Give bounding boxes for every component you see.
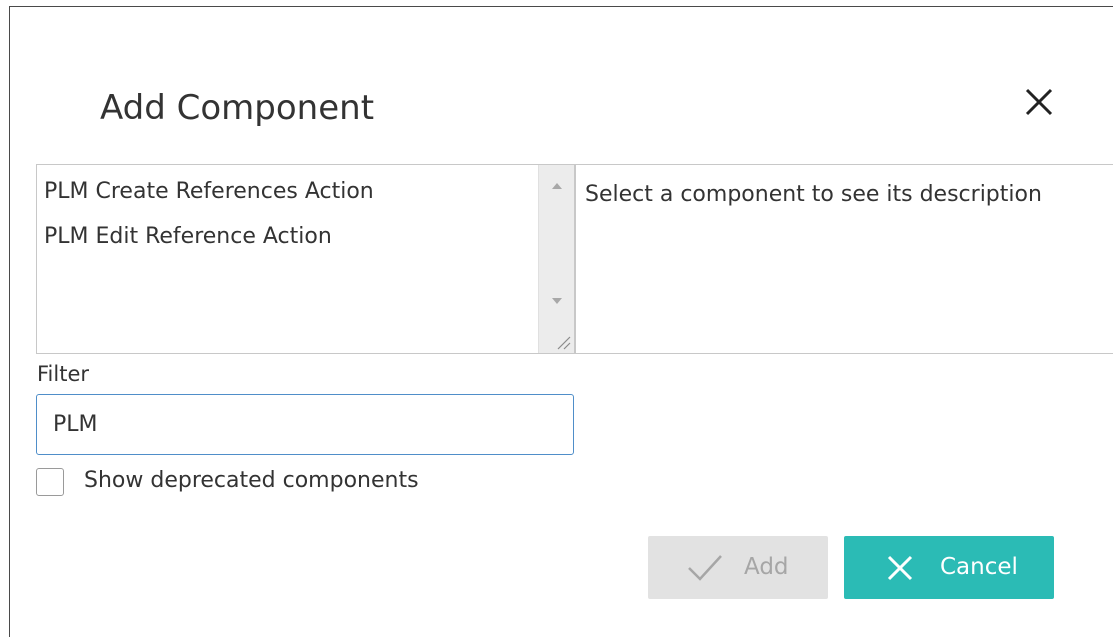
cancel-button-label: Cancel [940, 554, 1018, 580]
cancel-button[interactable]: Cancel [844, 536, 1054, 599]
triangle-up-icon [552, 183, 562, 189]
description-text: Select a component to see its descriptio… [585, 182, 1042, 207]
scroll-up-button[interactable] [539, 174, 574, 196]
close-button[interactable] [1018, 81, 1060, 123]
scroll-down-button[interactable] [539, 289, 574, 311]
add-button-label: Add [744, 554, 789, 580]
add-button[interactable]: Add [648, 536, 828, 599]
component-list[interactable]: PLM Create References Action PLM Edit Re… [36, 164, 575, 354]
resize-grip-icon [557, 336, 571, 350]
description-panel: Select a component to see its descriptio… [575, 164, 1113, 354]
add-component-dialog: Add Component PLM Create References Acti… [9, 6, 1113, 637]
close-icon [887, 555, 913, 581]
filter-label: Filter [37, 362, 90, 386]
checkmark-icon [688, 555, 722, 581]
list-item[interactable]: PLM Create References Action [44, 178, 374, 206]
show-deprecated-label: Show deprecated components [84, 468, 419, 493]
triangle-down-icon [552, 298, 562, 304]
filter-input[interactable] [36, 394, 574, 455]
resize-grip[interactable] [554, 333, 572, 351]
close-icon [1025, 88, 1053, 116]
show-deprecated-checkbox[interactable] [36, 468, 64, 496]
list-item[interactable]: PLM Edit Reference Action [44, 223, 332, 251]
list-scrollbar[interactable] [538, 165, 574, 353]
dialog-title: Add Component [100, 88, 375, 128]
